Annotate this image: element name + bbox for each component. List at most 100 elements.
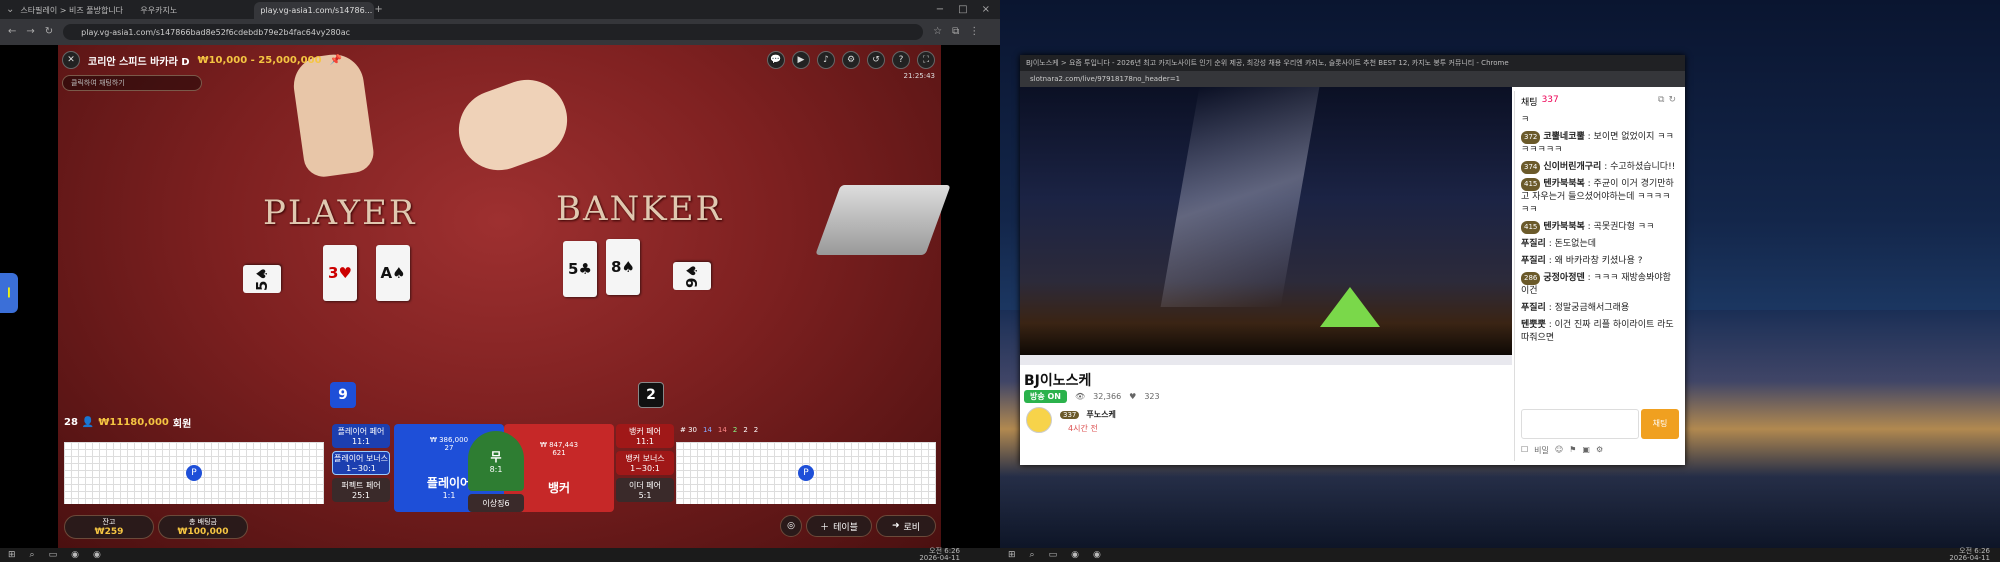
refresh-icon[interactable]: ↻ (1668, 95, 1676, 108)
start-icon[interactable]: ⊞ (8, 550, 16, 560)
chat-nick[interactable]: 텐카북북복 (1543, 179, 1584, 189)
gift-icon[interactable]: ▣ (1582, 445, 1590, 456)
history-icon[interactable]: ↺ (867, 51, 885, 69)
chat-message-input[interactable] (1521, 409, 1639, 439)
star-icon[interactable]: ☆ (933, 27, 942, 37)
player-card-1: 5♠ (243, 265, 281, 293)
balance-value: ₩259 (94, 527, 124, 537)
stream-video[interactable] (1020, 87, 1512, 365)
close-game-icon[interactable]: ✕ (62, 51, 80, 69)
chat-message: 텐뿟뿟 : 이건 진짜 리플 하이라이트 라도 따줘으면 (1521, 320, 1674, 343)
chrome-icon-right-2[interactable]: ◉ (1093, 550, 1101, 560)
secret-checkbox[interactable]: ☐ (1521, 445, 1528, 456)
settings-icon[interactable]: ⚙ (842, 51, 860, 69)
banker-card-3: 9♠ (673, 262, 711, 290)
either-pair2-odds: 5:1 (638, 491, 652, 500)
player-label: PLAYER (263, 193, 417, 233)
chat-send-label: 채팅 (1652, 419, 1668, 428)
chat-nick[interactable]: 신이버린개구리 (1543, 162, 1601, 172)
chip-settings-icon[interactable]: ◎ (780, 515, 802, 537)
date-left: 2026-04-11 (919, 554, 960, 562)
sound-icon[interactable]: ♪ (817, 51, 835, 69)
tab-2[interactable]: 우우카지노 (134, 2, 254, 19)
help-icon[interactable]: ? (892, 51, 910, 69)
chrome-icon-right[interactable]: ◉ (1071, 550, 1079, 560)
perfect-pair-label: 퍼펙트 페어 (341, 481, 381, 490)
streamer-name: BJ이노스케 (1024, 373, 1092, 389)
game-time: 21:25:43 (903, 72, 935, 80)
either-pair2-label: 이더 페어 (629, 481, 661, 490)
road-banker-count: 14 (717, 426, 727, 434)
search-icon-right[interactable]: ⌕ (1030, 550, 1035, 560)
chat-text: ㅋ (1521, 115, 1530, 125)
player-pair-label: 플레이어 페어 (337, 427, 385, 436)
chat-nick[interactable]: 궁정아정덴 (1543, 273, 1584, 283)
chrome-icon[interactable]: ◉ (71, 550, 79, 560)
settings-chat-icon[interactable]: ⚙ (1596, 445, 1603, 456)
extensions-icon[interactable]: ⧉ (952, 27, 959, 37)
chat-icon[interactable]: 💬 (767, 51, 785, 69)
maximize-icon[interactable]: □ (958, 4, 967, 15)
banker-score: 2 (638, 382, 664, 408)
chat-send-button[interactable]: 채팅 (1641, 409, 1679, 439)
chat-nick[interactable]: 텐뿟뿟 (1521, 320, 1546, 330)
banker-pair-odds: 11:1 (636, 437, 654, 446)
pin-icon[interactable]: 📌 (330, 55, 342, 66)
reload-icon[interactable]: ↻ (45, 27, 53, 37)
banker-bonus-bet[interactable]: 뱅커 보너스 1~30:1 (616, 451, 674, 475)
start-icon-right[interactable]: ⊞ (1008, 550, 1016, 560)
game-title: 코리안 스피드 바카라 D (88, 56, 190, 68)
chat-nick[interactable]: 푸질리 (1521, 256, 1546, 266)
minimize-icon[interactable]: − (936, 4, 944, 15)
new-tab-icon[interactable]: + (374, 4, 382, 15)
forward-icon[interactable]: → (26, 27, 34, 37)
chat-nick[interactable]: 푸질리 (1521, 239, 1546, 249)
host-time: 4시간 전 (1068, 424, 1098, 433)
chat-message: 푸질리 : 왜 바카라창 키셨나용 ? (1521, 256, 1643, 266)
tab-3[interactable]: play.vg-asia1.com/s14786... (254, 2, 375, 19)
either-pair-bet[interactable]: 이상징6 (468, 494, 524, 512)
search-icon[interactable]: ⌕ (30, 550, 35, 560)
tab-search-icon[interactable]: ⌄ (6, 4, 14, 15)
game-toolbar: 💬 ▶ ♪ ⚙ ↺ ? ⛶ (767, 51, 935, 69)
fullscreen-icon[interactable]: ⛶ (917, 51, 935, 69)
stream-meta: 방송 ON 👁 32,366 ♥ 323 (1024, 390, 1160, 403)
secret-label: 비밀 (1534, 446, 1549, 455)
chat-nick[interactable]: 푸질리 (1521, 303, 1546, 313)
chat-nick[interactable]: 텐카북북복 (1543, 222, 1584, 232)
dealer-hand-left (289, 50, 377, 180)
game-limit: ₩10,000 - 25,000,000 (197, 54, 322, 66)
chat-message: 푸질리 : 정말궁금해서그래용 (1521, 303, 1630, 313)
chrome-icon-2[interactable]: ◉ (93, 550, 101, 560)
either-pair2-bet[interactable]: 이더 페어 5:1 (616, 478, 674, 502)
video-icon[interactable]: ▶ (792, 51, 810, 69)
back-icon[interactable]: ← (8, 27, 16, 37)
chat-input[interactable]: 클릭하여 채팅하기 (62, 75, 202, 91)
chat-nick[interactable]: 코뿔네코뿔 (1543, 132, 1584, 142)
menu-icon[interactable]: ⋮ (969, 27, 979, 37)
banker-pair-bet[interactable]: 뱅커 페어 11:1 (616, 424, 674, 448)
side-panel-tab[interactable]: ❙ (0, 273, 18, 313)
player-pair-bet[interactable]: 플레이어 페어 11:1 (332, 424, 390, 448)
player-pair-odds: 11:1 (352, 437, 370, 446)
close-window-icon[interactable]: × (982, 4, 990, 15)
taskbar-left: ⊞ ⌕ ▭ ◉ ◉ 오전 6:26 2026-04-11 (0, 548, 1000, 562)
stream-url-bar[interactable]: slotnara2.com/live/97918178no_header=1 (1020, 71, 1685, 87)
explorer-icon[interactable]: ▭ (49, 550, 58, 560)
explorer-icon-right[interactable]: ▭ (1049, 550, 1058, 560)
table-button[interactable]: ＋ 테이블 (806, 515, 872, 537)
tab-1[interactable]: 스타필레이 > 비즈 풀방합니다 (14, 2, 134, 19)
perfect-pair-bet[interactable]: 퍼펙트 페어 25:1 (332, 478, 390, 502)
host-level: 337 (1060, 410, 1080, 419)
chat-msg: 돈도없는데 (1554, 239, 1597, 249)
popout-icon[interactable]: ⧉ (1658, 95, 1664, 108)
emoji-icon[interactable]: ☺ (1555, 445, 1563, 456)
chat-list: ㅋ 372 코뿔네코뿔 : 보이면 없었이지 ㅋㅋㅋㅋㅋㅋㅋ 374 신이버린개구리 :… (1521, 114, 1676, 345)
player-bonus-bet[interactable]: 플레이어 보너스 1~30:1 (332, 451, 390, 475)
tie-bet[interactable]: 무 8:1 (468, 431, 524, 491)
flag-icon[interactable]: ⚑ (1569, 445, 1576, 456)
url-input[interactable]: play.vg-asia1.com/s147866bad8e52f6cdebdb… (63, 24, 924, 40)
total-bet-value: ₩100,000 (177, 527, 229, 537)
banker-pair-label: 뱅커 페어 (629, 427, 661, 436)
lobby-button[interactable]: ➜ 로비 (876, 515, 936, 537)
